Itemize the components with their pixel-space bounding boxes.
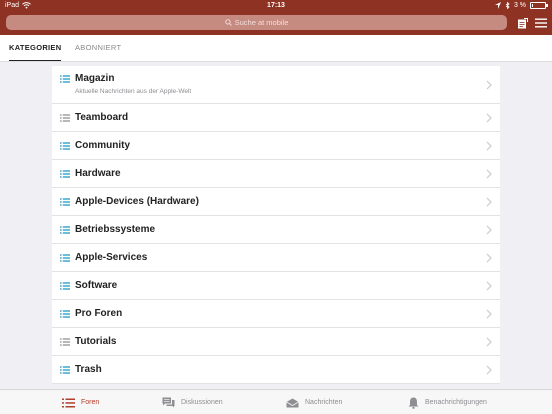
app-header: iPad 17:13 3 % Suche at mobile	[0, 0, 552, 35]
chevron-right-icon	[486, 253, 492, 263]
tab-benachrichtigungen[interactable]: Benachrichtigungen	[408, 390, 487, 414]
chevron-right-icon	[486, 281, 492, 291]
status-right: 3 %	[494, 2, 548, 9]
chat-bubbles-icon	[162, 397, 175, 408]
chevron-right-icon	[486, 113, 492, 123]
tab-benachrichtigungen-label: Benachrichtigungen	[425, 399, 487, 406]
category-title: Hardware	[75, 168, 121, 179]
search-bar[interactable]: Suche at mobile	[6, 15, 507, 30]
tab-diskussionen-label: Diskussionen	[181, 399, 223, 406]
list-icon	[62, 398, 75, 407]
list-icon	[60, 282, 70, 290]
chevron-right-icon	[486, 197, 492, 207]
category-subtitle: Aktuelle Nachrichten aus der Apple-Welt	[75, 88, 192, 95]
category-row[interactable]: Apple-Devices (Hardware)	[52, 188, 500, 216]
list-icon	[60, 310, 70, 318]
bell-icon	[408, 397, 419, 409]
list-icon	[60, 198, 70, 206]
category-tabs: KATEGORIEN ABONNIERT	[0, 35, 552, 62]
chevron-right-icon	[486, 80, 492, 90]
category-row[interactable]: Pro Foren	[52, 300, 500, 328]
list-icon	[60, 226, 70, 234]
category-title: Betriebssysteme	[75, 224, 156, 235]
tab-diskussionen[interactable]: Diskussionen	[162, 390, 223, 414]
category-title: Software	[75, 280, 118, 291]
category-row[interactable]: Trash	[52, 356, 500, 384]
list-icon	[60, 114, 70, 122]
tab-kategorien[interactable]: KATEGORIEN	[9, 43, 62, 61]
bluetooth-icon	[505, 2, 510, 9]
list-icon	[60, 366, 70, 374]
category-row[interactable]: Community	[52, 132, 500, 160]
hamburger-icon	[535, 18, 547, 28]
compose-icon	[517, 17, 528, 28]
tab-foren[interactable]: Foren	[62, 390, 99, 414]
search-icon	[224, 19, 232, 26]
tab-nachrichten[interactable]: Nachrichten	[286, 390, 342, 414]
category-title: Community	[75, 140, 130, 151]
new-post-button[interactable]	[513, 14, 531, 32]
status-bar: iPad 17:13 3 %	[0, 0, 552, 11]
battery-percent: 3 %	[513, 2, 526, 9]
category-row[interactable]: Hardware	[52, 160, 500, 188]
tab-nachrichten-label: Nachrichten	[305, 399, 343, 406]
category-title: Apple-Devices (Hardware)	[75, 196, 199, 207]
tab-abonniert[interactable]: ABONNIERT	[75, 43, 121, 57]
tab-foren-label: Foren	[81, 399, 100, 406]
category-title: Tutorials	[75, 336, 117, 347]
chevron-right-icon	[486, 225, 492, 235]
search-placeholder: Suche at mobile	[234, 18, 289, 27]
chevron-right-icon	[486, 169, 492, 179]
status-time: 17:13	[267, 2, 285, 9]
chevron-right-icon	[486, 337, 492, 347]
category-title: Apple-Services	[75, 252, 148, 263]
battery-icon	[530, 2, 548, 9]
list-icon	[60, 142, 70, 150]
chevron-right-icon	[486, 365, 492, 375]
category-title: Pro Foren	[75, 308, 123, 319]
menu-button[interactable]	[532, 14, 550, 32]
list-icon	[60, 75, 70, 83]
category-title: Teamboard	[75, 112, 129, 123]
list-icon	[60, 170, 70, 178]
category-title: Trash	[75, 364, 102, 375]
chevron-right-icon	[486, 309, 492, 319]
envelope-icon	[286, 398, 299, 407]
category-list: Magazin Aktuelle Nachrichten aus der Appl…	[52, 66, 500, 384]
category-row[interactable]: Magazin Aktuelle Nachrichten aus der Appl…	[52, 66, 500, 104]
chevron-right-icon	[486, 141, 492, 151]
category-row[interactable]: Betriebssysteme	[52, 216, 500, 244]
category-row[interactable]: Apple-Services	[52, 244, 500, 272]
category-row[interactable]: Software	[52, 272, 500, 300]
list-icon	[60, 338, 70, 346]
category-row[interactable]: Teamboard	[52, 104, 500, 132]
category-row[interactable]: Tutorials	[52, 328, 500, 356]
bottom-tab-bar: Foren Diskussionen Nachrichten Benachric…	[0, 389, 552, 414]
list-icon	[60, 254, 70, 262]
location-icon	[494, 2, 501, 9]
category-title: Magazin	[75, 73, 115, 84]
